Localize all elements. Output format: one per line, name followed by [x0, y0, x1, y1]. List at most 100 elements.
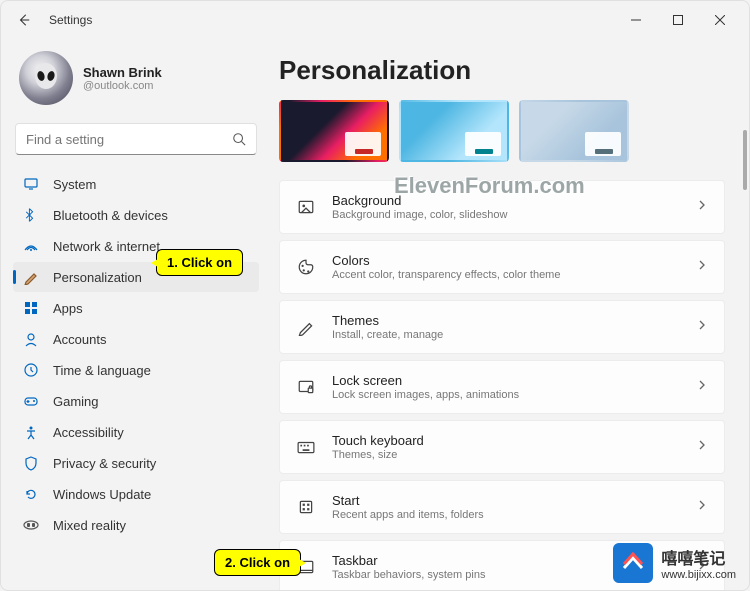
- profile-text: Shawn Brink @outlook.com: [83, 65, 162, 92]
- sidebar-item-system[interactable]: System: [13, 169, 259, 199]
- sidebar-item-label: Gaming: [53, 394, 99, 409]
- sidebar-item-label: Personalization: [53, 270, 142, 285]
- personalization-icon: [23, 269, 39, 285]
- sidebar-item-gaming[interactable]: Gaming: [13, 386, 259, 416]
- logo-square-icon: [613, 543, 653, 583]
- theme-preview-1[interactable]: [279, 100, 389, 162]
- window-controls: [615, 5, 741, 35]
- sidebar-item-label: Time & language: [53, 363, 151, 378]
- content-area: Shawn Brink @outlook.com System Bluetooth…: [1, 39, 749, 590]
- sidebar-item-privacy[interactable]: Privacy & security: [13, 448, 259, 478]
- setting-desc: Themes, size: [332, 449, 680, 461]
- theme-preview-2[interactable]: [399, 100, 509, 162]
- sidebar-item-label: System: [53, 177, 96, 192]
- profile-name: Shawn Brink: [83, 65, 162, 80]
- sidebar-item-label: Network & internet: [53, 239, 160, 254]
- touchkb-icon: [296, 437, 316, 457]
- logo-text-cn: 嘻嘻笔记: [661, 545, 736, 569]
- page-title: Personalization: [279, 55, 725, 86]
- search-icon: [232, 132, 246, 146]
- chevron-right-icon: [696, 318, 708, 336]
- sidebar: Shawn Brink @outlook.com System Bluetooth…: [1, 39, 271, 590]
- logo-text-url: www.bijixx.com: [661, 569, 736, 581]
- setting-title: Start: [332, 493, 680, 508]
- themes-icon: [296, 317, 316, 337]
- sidebar-item-label: Bluetooth & devices: [53, 208, 168, 223]
- setting-title: Colors: [332, 253, 680, 268]
- chevron-right-icon: [696, 258, 708, 276]
- chevron-right-icon: [696, 438, 708, 456]
- window-title: Settings: [49, 13, 92, 27]
- setting-lockscreen[interactable]: Lock screenLock screen images, apps, ani…: [279, 360, 725, 414]
- nav-list: System Bluetooth & devices Network & inter…: [13, 169, 259, 540]
- sidebar-item-accessibility[interactable]: Accessibility: [13, 417, 259, 447]
- avatar-alien-icon: [28, 60, 64, 96]
- theme-previews: [279, 100, 725, 162]
- watermark-logo: 嘻嘻笔记 www.bijixx.com: [613, 543, 736, 583]
- scroll-thumb[interactable]: [743, 130, 747, 190]
- mixed-icon: [23, 517, 39, 533]
- setting-title: Background: [332, 193, 680, 208]
- setting-touchkb[interactable]: Touch keyboardThemes, size: [279, 420, 725, 474]
- sidebar-item-apps[interactable]: Apps: [13, 293, 259, 323]
- setting-desc: Lock screen images, apps, animations: [332, 389, 680, 401]
- setting-title: Themes: [332, 313, 680, 328]
- setting-desc: Install, create, manage: [332, 329, 680, 341]
- setting-desc: Recent apps and items, folders: [332, 509, 680, 521]
- gaming-icon: [23, 393, 39, 409]
- sidebar-item-label: Privacy & security: [53, 456, 156, 471]
- background-icon: [296, 197, 316, 217]
- network-icon: [23, 238, 39, 254]
- search-input[interactable]: [26, 132, 232, 147]
- profile-email: @outlook.com: [83, 80, 162, 92]
- close-button[interactable]: [699, 5, 741, 35]
- sidebar-item-mixed[interactable]: Mixed reality: [13, 510, 259, 540]
- sidebar-item-label: Apps: [53, 301, 83, 316]
- back-arrow-icon: [17, 13, 31, 27]
- avatar: [19, 51, 73, 105]
- colors-icon: [296, 257, 316, 277]
- lockscreen-icon: [296, 377, 316, 397]
- sidebar-item-label: Mixed reality: [53, 518, 126, 533]
- sidebar-item-label: Windows Update: [53, 487, 151, 502]
- search-box[interactable]: [15, 123, 257, 155]
- chevron-right-icon: [696, 378, 708, 396]
- accounts-icon: [23, 331, 39, 347]
- chevron-right-icon: [696, 198, 708, 216]
- setting-background[interactable]: BackgroundBackground image, color, slide…: [279, 180, 725, 234]
- privacy-icon: [23, 455, 39, 471]
- annotation-callout-1: 1. Click on: [156, 249, 243, 276]
- minimize-icon: [631, 15, 641, 25]
- sidebar-item-bluetooth[interactable]: Bluetooth & devices: [13, 200, 259, 230]
- profile-section[interactable]: Shawn Brink @outlook.com: [13, 45, 259, 115]
- setting-start[interactable]: StartRecent apps and items, folders: [279, 480, 725, 534]
- settings-list: BackgroundBackground image, color, slide…: [279, 180, 725, 590]
- sidebar-item-label: Accounts: [53, 332, 106, 347]
- annotation-callout-2: 2. Click on: [214, 549, 301, 576]
- bluetooth-icon: [23, 207, 39, 223]
- setting-themes[interactable]: ThemesInstall, create, manage: [279, 300, 725, 354]
- maximize-button[interactable]: [657, 5, 699, 35]
- maximize-icon: [673, 15, 683, 25]
- apps-icon: [23, 300, 39, 316]
- back-button[interactable]: [9, 5, 39, 35]
- settings-window: Settings Shawn Brink @outlook.com Syst: [0, 0, 750, 591]
- setting-title: Lock screen: [332, 373, 680, 388]
- scrollbar[interactable]: [741, 130, 747, 561]
- minimize-button[interactable]: [615, 5, 657, 35]
- system-icon: [23, 176, 39, 192]
- update-icon: [23, 486, 39, 502]
- theme-preview-3[interactable]: [519, 100, 629, 162]
- setting-colors[interactable]: ColorsAccent color, transparency effects…: [279, 240, 725, 294]
- setting-desc: Accent color, transparency effects, colo…: [332, 269, 680, 281]
- titlebar: Settings: [1, 1, 749, 39]
- main-panel: Personalization BackgroundBackground ima…: [271, 39, 749, 590]
- sidebar-item-time[interactable]: Time & language: [13, 355, 259, 385]
- chevron-right-icon: [696, 498, 708, 516]
- sidebar-item-update[interactable]: Windows Update: [13, 479, 259, 509]
- setting-desc: Background image, color, slideshow: [332, 209, 680, 221]
- accessibility-icon: [23, 424, 39, 440]
- time-icon: [23, 362, 39, 378]
- sidebar-item-accounts[interactable]: Accounts: [13, 324, 259, 354]
- start-icon: [296, 497, 316, 517]
